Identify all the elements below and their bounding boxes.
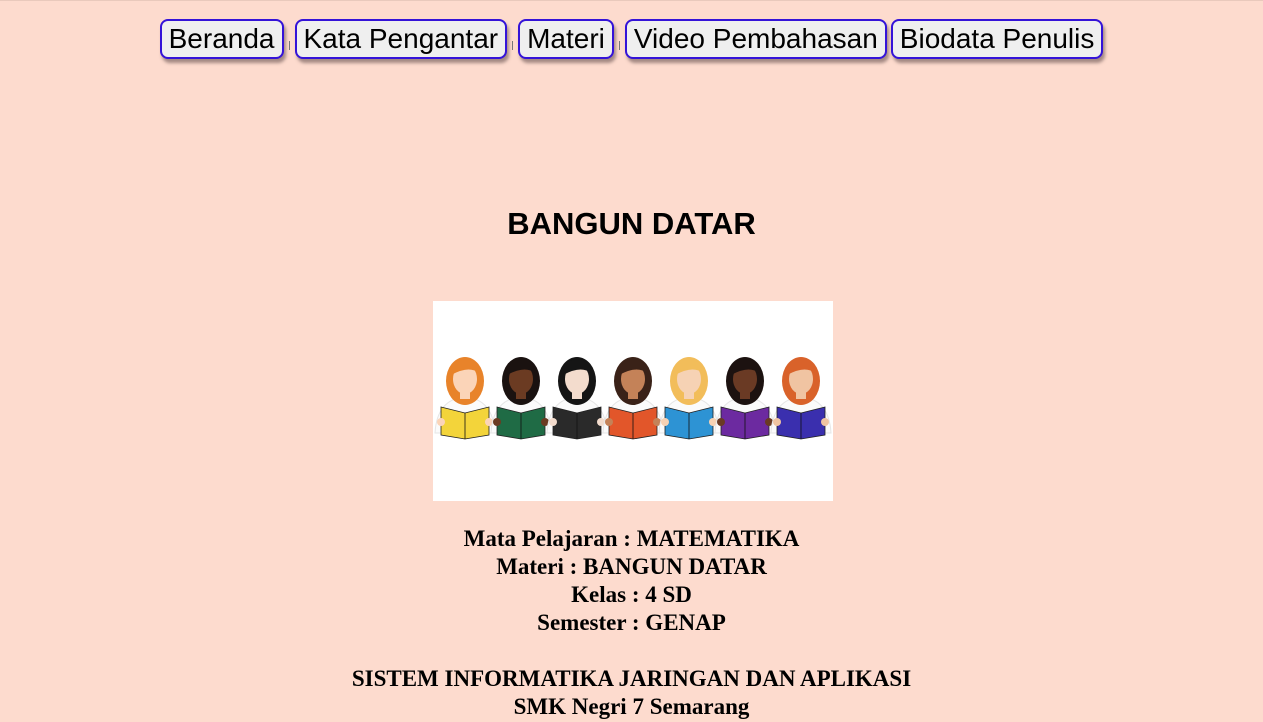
info-material: Materi : BANGUN DATAR	[496, 554, 767, 579]
nav-button-materi[interactable]: Materi	[518, 19, 614, 59]
reader-hand	[493, 418, 501, 426]
info-spacer	[0, 637, 1263, 665]
info-subject: Mata Pelajaran : MATEMATIKA	[463, 526, 800, 551]
reader-hand	[717, 418, 725, 426]
nav-button-video-pembahasan[interactable]: Video Pembahasan	[624, 19, 887, 59]
reader-figure	[770, 357, 832, 440]
readers-illustration-svg	[434, 357, 832, 440]
reader-figure	[546, 357, 608, 440]
reader-figure	[658, 357, 720, 440]
reader-figure	[714, 357, 776, 440]
reader-hand	[821, 418, 829, 426]
page-title: BANGUN DATAR	[507, 206, 756, 241]
nav-separator	[288, 40, 290, 50]
reader-hand	[661, 418, 669, 426]
reader-figure	[602, 357, 664, 440]
nav-separator	[512, 40, 514, 50]
reader-figure	[434, 357, 496, 440]
info-program: SISTEM INFORMATIKA JARINGAN DAN APLIKASI	[351, 666, 912, 691]
top-navigation: Beranda Kata Pengantar Materi Video Pemb…	[0, 19, 1263, 59]
nav-button-kata-pengantar[interactable]: Kata Pengantar	[294, 19, 508, 59]
readers-illustration	[433, 301, 833, 501]
reader-figure	[490, 357, 552, 440]
reader-hand	[549, 418, 557, 426]
reader-hand	[437, 418, 445, 426]
info-grade: Kelas : 4 SD	[571, 582, 692, 607]
nav-button-beranda[interactable]: Beranda	[159, 19, 284, 59]
course-info: Mata Pelajaran : MATEMATIKA Materi : BAN…	[0, 525, 1263, 721]
nav-separator	[618, 40, 620, 50]
info-school: SMK Negri 7 Semarang	[513, 694, 750, 719]
reader-hand	[773, 418, 781, 426]
nav-button-biodata-penulis[interactable]: Biodata Penulis	[890, 19, 1104, 59]
info-semester: Semester : GENAP	[537, 610, 726, 635]
reader-hand	[605, 418, 613, 426]
